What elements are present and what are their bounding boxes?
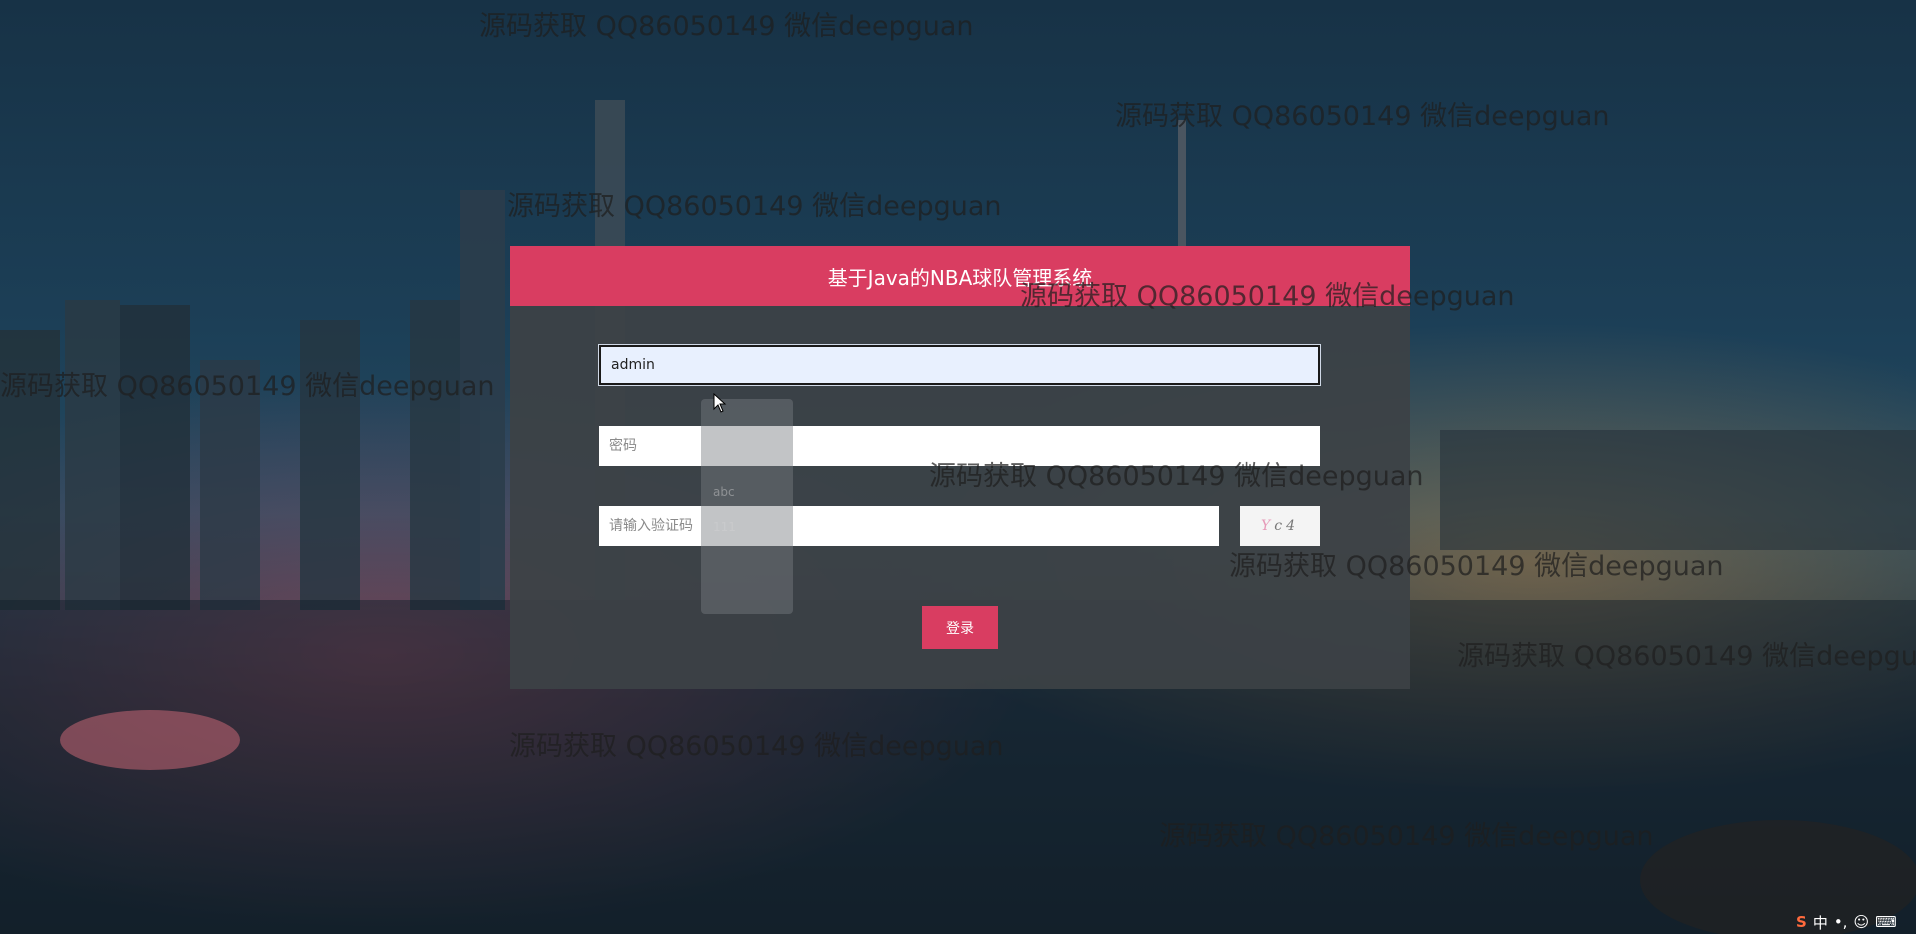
captcha-image[interactable]: Yc4 [1240, 506, 1320, 546]
autocomplete-item[interactable]: abc [701, 475, 793, 510]
autocomplete-item[interactable] [701, 440, 793, 475]
captcha-input[interactable] [599, 506, 1219, 546]
username-input[interactable] [599, 345, 1320, 385]
autocomplete-item[interactable] [701, 580, 793, 615]
ime-mode-indicator[interactable]: 中 [1813, 912, 1828, 933]
ime-logo-icon[interactable]: S [1796, 913, 1807, 931]
autocomplete-item[interactable]: 111 [701, 510, 793, 545]
punctuation-icon[interactable]: •, [1834, 913, 1848, 931]
login-button[interactable]: 登录 [922, 606, 998, 649]
system-tray: S 中 •, ☺ ⌨ [1790, 910, 1916, 934]
mouse-cursor-icon [713, 393, 727, 413]
autocomplete-item[interactable] [701, 545, 793, 580]
emoji-icon[interactable]: ☺ [1853, 913, 1869, 931]
login-title: 基于Java的NBA球队管理系统 [510, 246, 1410, 306]
keyboard-icon[interactable]: ⌨ [1875, 913, 1897, 931]
login-panel: 基于Java的NBA球队管理系统 Yc4 登录 [510, 246, 1410, 689]
autocomplete-dropdown: abc 111 [701, 399, 793, 614]
